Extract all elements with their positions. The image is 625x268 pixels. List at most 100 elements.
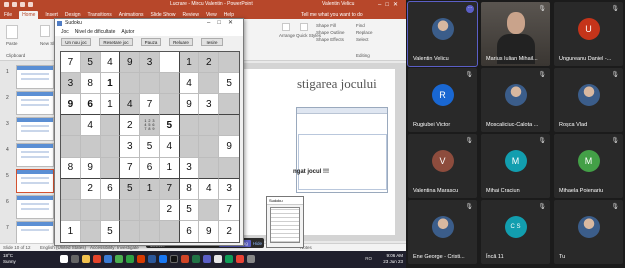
slide-title[interactable]: stigarea jocului <box>297 76 377 92</box>
pause-button[interactable]: Pauza <box>141 38 161 46</box>
sudoku-cell[interactable] <box>140 199 160 221</box>
sudoku-cell[interactable]: 6 <box>80 94 101 116</box>
sudoku-cell[interactable]: 6 <box>140 157 160 179</box>
tab-animations[interactable]: Animations <box>119 12 144 18</box>
sudoku-cell[interactable] <box>179 136 200 158</box>
sudoku-cell[interactable]: 2 <box>120 115 141 137</box>
sudoku-cell[interactable]: 4 <box>179 73 200 95</box>
slide-thumbnail[interactable] <box>16 91 54 115</box>
slide-thumbnail[interactable] <box>16 65 54 89</box>
facebook-icon[interactable] <box>159 255 167 263</box>
participant-tile[interactable]: C S 🎙︎ Încă 11 <box>481 200 550 264</box>
sudoku-app-icon[interactable] <box>214 255 222 263</box>
sudoku-cell[interactable]: 7 <box>61 52 81 74</box>
word-icon[interactable] <box>148 255 156 263</box>
sudoku-cell[interactable]: 4 <box>199 178 220 200</box>
arrange-icon[interactable] <box>282 23 290 31</box>
search-icon[interactable] <box>71 255 79 263</box>
sudoku-cell[interactable] <box>219 157 239 179</box>
quick-styles-icon[interactable] <box>300 23 308 31</box>
sudoku-cell[interactable]: 3 <box>120 136 141 158</box>
sudoku-cell[interactable]: 5 <box>80 52 101 74</box>
sudoku-cell[interactable]: 9 <box>219 136 239 158</box>
participant-tile[interactable]: 🎙︎ Tu <box>554 200 623 264</box>
whatsapp-icon[interactable] <box>126 255 134 263</box>
shape-effects-button[interactable]: Shape Effects <box>316 37 344 42</box>
tell-me-search[interactable]: Tell me what you want to do <box>301 12 363 18</box>
resume-button[interactable]: Reluare <box>169 38 193 46</box>
sudoku-cell[interactable] <box>100 136 121 158</box>
sudoku-cell[interactable] <box>159 220 180 242</box>
sudoku-cell[interactable] <box>120 199 141 221</box>
tab-view[interactable]: View <box>206 12 217 18</box>
weather-widget[interactable]: 18°C Sunny <box>3 253 16 265</box>
sudoku-cell[interactable] <box>80 199 101 221</box>
hide-button[interactable]: Hide <box>253 241 262 246</box>
replace-button[interactable]: Replace <box>356 30 373 35</box>
sudoku-cell[interactable] <box>100 115 121 137</box>
app-icon[interactable] <box>236 255 244 263</box>
sudoku-cell[interactable]: 7 <box>140 94 160 116</box>
sudoku-cell[interactable] <box>199 157 220 179</box>
file-explorer-icon[interactable] <box>82 255 90 263</box>
app-icon[interactable] <box>247 255 255 263</box>
sudoku-cell[interactable] <box>61 136 81 158</box>
participant-tile[interactable]: M 🎙︎ Mihaela Poienariu <box>554 134 623 198</box>
sudoku-cell[interactable]: 7 <box>159 178 180 200</box>
sudoku-cell[interactable]: 3 <box>219 179 239 200</box>
sudoku-cell[interactable] <box>219 94 239 116</box>
sudoku-cell[interactable]: 2 <box>80 178 101 200</box>
app-icon[interactable] <box>93 255 101 263</box>
chrome-icon[interactable] <box>115 255 123 263</box>
current-slide[interactable]: stigarea jocului ngat jocul !!! <box>235 69 395 235</box>
sudoku-cell[interactable] <box>61 178 81 200</box>
sudoku-titlebar[interactable]: Sudoku –□✕ <box>55 19 243 28</box>
sudoku-window-controls[interactable]: –□✕ <box>207 19 240 26</box>
sudoku-cell[interactable]: 1 <box>100 94 121 116</box>
sudoku-cell[interactable]: 2 <box>159 199 180 221</box>
menu-nivel[interactable]: Nivel de dificultate <box>75 29 116 35</box>
sudoku-cell[interactable] <box>219 52 239 74</box>
sudoku-cell[interactable]: 5 <box>120 178 141 200</box>
tab-insert[interactable]: Insert <box>45 12 58 18</box>
slide-thumbnail[interactable] <box>16 221 54 245</box>
sudoku-cell[interactable] <box>61 199 81 221</box>
tab-design[interactable]: Design <box>65 12 81 18</box>
sudoku-cell[interactable]: 8 <box>80 73 101 95</box>
participant-tile[interactable]: ⋯ Valentin Velicu <box>407 1 478 67</box>
reset-game-button[interactable]: Resetare joc <box>99 38 133 46</box>
sudoku-cell[interactable]: 7 <box>219 200 239 221</box>
sudoku-cell[interactable]: 1 <box>100 73 121 95</box>
more-options-icon[interactable]: ⋯ <box>466 5 474 13</box>
sudoku-cell[interactable]: 1 <box>140 178 160 200</box>
sudoku-cell[interactable]: 1 <box>159 157 180 179</box>
shape-fill-button[interactable]: Shape Fill <box>316 23 336 28</box>
sudoku-cell[interactable] <box>219 115 239 137</box>
exit-button[interactable]: Iesire <box>201 38 223 46</box>
sudoku-cell[interactable]: 1 <box>61 220 81 242</box>
tab-transitions[interactable]: Transitions <box>88 12 112 18</box>
sudoku-cell[interactable]: 9 <box>120 52 141 74</box>
sudoku-cell[interactable] <box>80 136 101 158</box>
shape-outline-button[interactable]: Shape Outline <box>316 30 345 35</box>
sudoku-cell[interactable]: 9 <box>61 94 81 116</box>
sudoku-cell[interactable]: 2 <box>199 52 220 74</box>
sudoku-cell[interactable]: 5 <box>219 73 239 95</box>
slide-thumbnail[interactable] <box>16 117 54 141</box>
tab-review[interactable]: Review <box>183 12 199 18</box>
sudoku-cell[interactable] <box>120 220 141 242</box>
sudoku-cell[interactable]: 3 <box>199 94 220 116</box>
sudoku-cell[interactable]: 4 <box>100 52 121 74</box>
sudoku-cell[interactable] <box>159 94 180 116</box>
participant-tile[interactable]: 🎙︎ Marius Iulian Mihail... <box>481 2 550 66</box>
tab-slide-show[interactable]: Slide Show <box>151 12 176 18</box>
browser-icon[interactable] <box>104 255 112 263</box>
start-icon[interactable] <box>60 255 68 263</box>
quick-access-toolbar[interactable] <box>4 2 33 7</box>
excel-icon[interactable] <box>192 255 200 263</box>
sudoku-cell[interactable]: 1 <box>179 52 200 74</box>
sudoku-cell[interactable]: 4 <box>80 115 101 137</box>
menu-ajutor[interactable]: Ajutor <box>121 29 134 35</box>
participant-tile[interactable]: M 🎙︎ Mihai Craciun <box>481 134 550 198</box>
sudoku-cell[interactable] <box>199 73 220 95</box>
